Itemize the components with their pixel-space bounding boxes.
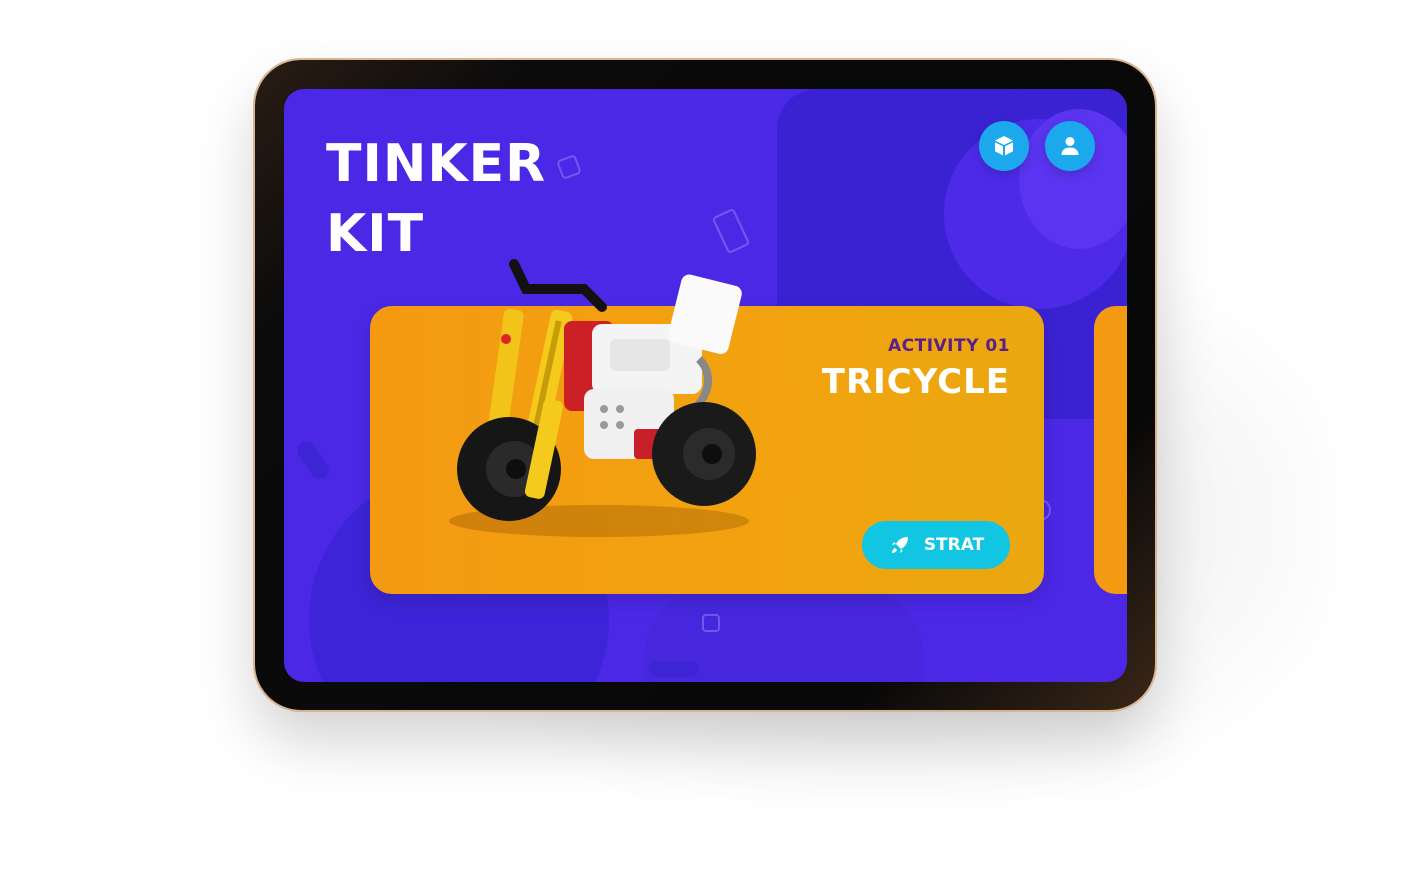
profile-button[interactable] xyxy=(1045,121,1095,171)
brick-outline-icon xyxy=(711,207,751,255)
brick-outline-icon xyxy=(702,614,720,632)
background-shape xyxy=(649,661,699,677)
app-title: TINKER KIT xyxy=(326,129,546,269)
start-button-label: STRAT xyxy=(923,535,985,555)
tablet-frame: TINKER KIT ACTIVITY 01 TRICYCLE STRAT xyxy=(255,60,1155,710)
start-button[interactable]: STRAT xyxy=(862,521,1010,569)
activity-title: TRICYCLE xyxy=(821,362,1010,402)
activity-label: ACTIVITY 01 xyxy=(887,336,1010,356)
next-activity-card[interactable] xyxy=(1094,306,1127,594)
app-title-line1: TINKER xyxy=(326,134,547,194)
user-icon xyxy=(1061,137,1079,155)
rocket-icon xyxy=(891,537,908,553)
background-shape xyxy=(293,437,333,483)
app-screen: TINKER KIT ACTIVITY 01 TRICYCLE STRAT xyxy=(284,89,1127,682)
brick-outline-icon xyxy=(556,154,582,180)
box-icon xyxy=(995,136,1013,156)
tricycle-robot-image xyxy=(449,259,756,537)
kit-button[interactable] xyxy=(979,121,1029,171)
